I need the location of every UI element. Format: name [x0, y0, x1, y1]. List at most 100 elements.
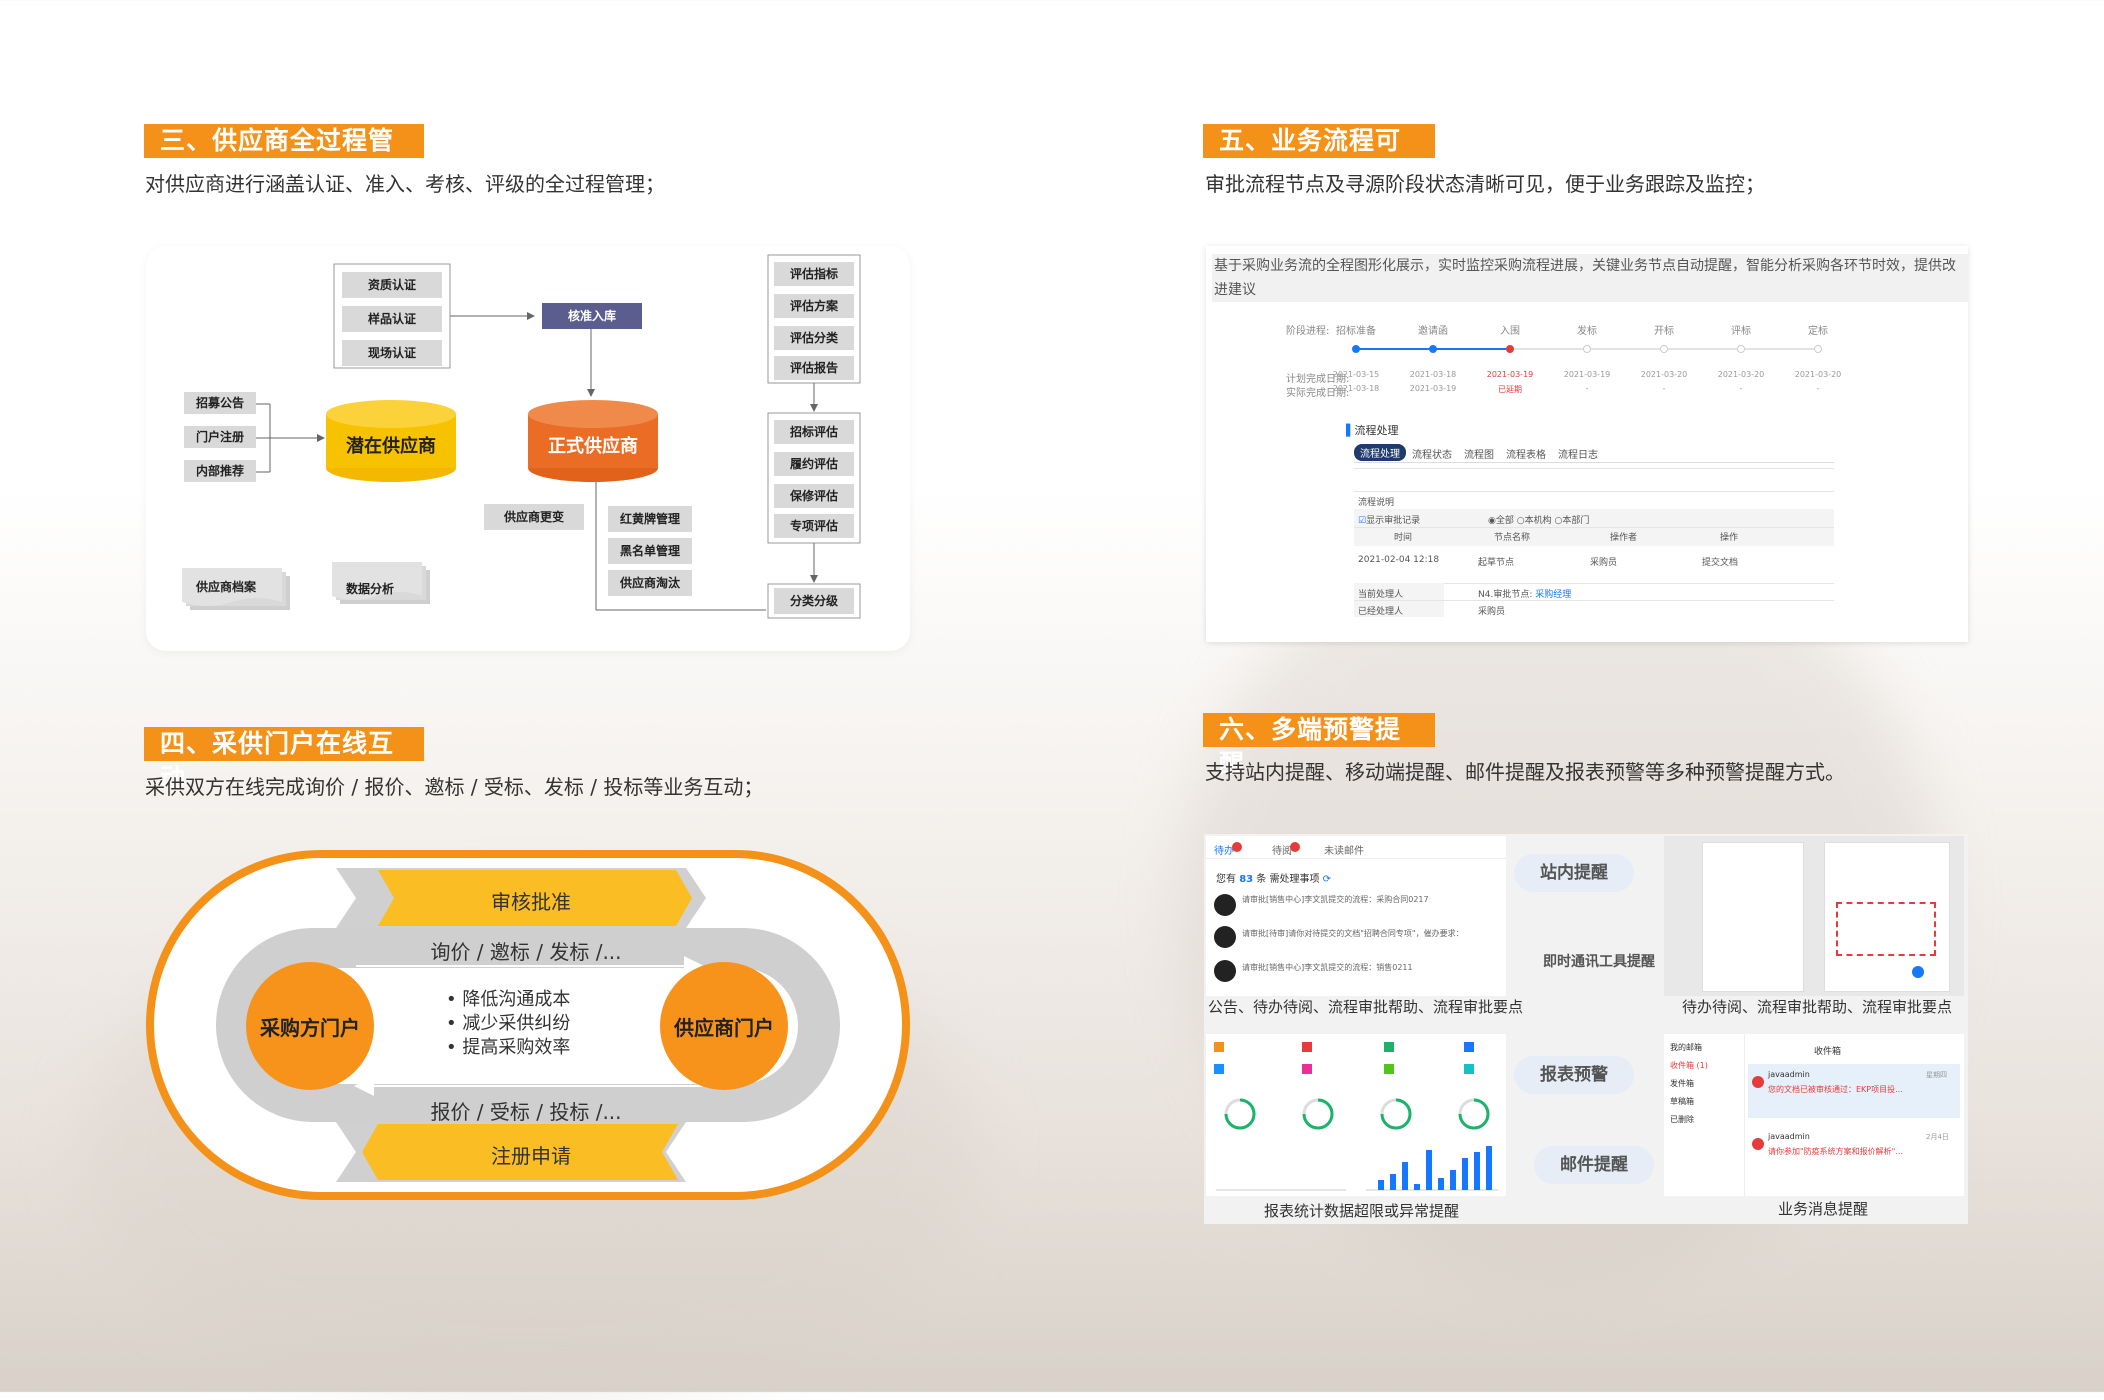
inbox-item[interactable]: 请审批[销售中心]李文凯提交的流程：采购合同0217: [1242, 894, 1498, 905]
label-im: 即时通讯工具提醒: [1543, 954, 1655, 970]
desc-label: 流程说明: [1358, 498, 1395, 508]
tab-flow-chart[interactable]: 流程图: [1464, 446, 1494, 461]
inbox-item[interactable]: 请审批[销售中心]李文凯提交的流程：销售0211: [1242, 962, 1498, 973]
bottom-arrow-label: 注册申请: [491, 1144, 571, 1168]
inbox-item[interactable]: 请审批[待审]请你对待提交的文档"招聘合同专项"，催办要求：: [1242, 928, 1498, 939]
mail-subject[interactable]: 请你参加"防疫系统方案和报价解析"...: [1768, 1146, 1918, 1157]
analysis-label: 数据分析: [346, 582, 395, 596]
caption-mail: 业务消息提醒: [1778, 1200, 1869, 1218]
eval-warranty: 保修评估: [774, 484, 854, 508]
td-node: 起草节点: [1478, 558, 1515, 568]
section-4-tag: 四、采供门户在线互动: [144, 727, 424, 792]
stage-actual-date: -: [1662, 384, 1666, 393]
source-announce: 招募公告: [184, 392, 256, 414]
approve-box: 核准入库: [542, 303, 642, 329]
mail-subject[interactable]: 您的文档已被审核通过：EKP项目投...: [1768, 1084, 1918, 1095]
stage-actual-date: 2021-03-18: [1332, 384, 1380, 393]
stage-label: 阶段进程:: [1286, 326, 1330, 337]
current-value: N4.审批节点: 采购经理: [1478, 590, 1572, 600]
inbox-widget: 待办 待阅 未读邮件 您有 83 条 需处理事项 ⟳ 请审批[销售中心]李文凯提…: [1206, 836, 1506, 996]
th-action: 操作: [1720, 533, 1739, 543]
eval-category: 评估分类: [774, 326, 854, 350]
inbox-tab-unread[interactable]: 未读邮件: [1324, 842, 1364, 857]
stage-dot: [1352, 345, 1360, 353]
inbox-tab-todo[interactable]: 待办: [1214, 842, 1234, 857]
mail-tab[interactable]: 收件箱: [1814, 1044, 1841, 1057]
caption-im: 待办待阅、流程审批帮助、流程审批要点: [1682, 998, 1953, 1016]
stage-dot: [1814, 345, 1822, 353]
mail-folder: 我的邮箱: [1670, 1043, 1702, 1052]
stage-name: 定标: [1808, 326, 1828, 337]
mail-folder[interactable]: 草稿箱: [1670, 1096, 1694, 1107]
section-4-desc: 采供双方在线完成询价 / 报价、邀标 / 受标、发标 / 投标等业务互动；: [145, 775, 764, 799]
scope-radios[interactable]: ◉全部 ○本机构 ○本部门: [1488, 513, 1589, 526]
current-link[interactable]: 采购经理: [1535, 590, 1571, 600]
tab-flow-table[interactable]: 流程表格: [1506, 446, 1546, 461]
th-operator: 操作者: [1610, 533, 1638, 543]
alerts-collage: 待办 待阅 未读邮件 您有 83 条 需处理事项 ⟳ 请审批[销售中心]李文凯提…: [1204, 834, 1968, 1224]
show-records-checkbox[interactable]: ☑显示审批记录: [1358, 513, 1420, 526]
upper-flow-label: 询价 / 邀标 / 发标 /...: [430, 940, 622, 964]
report-widget: [1206, 1034, 1506, 1196]
stage-name: 招标准备: [1336, 326, 1376, 337]
mail-date: 2月4日: [1926, 1133, 1949, 1141]
stage-plan-date: 2021-03-19: [1486, 370, 1534, 379]
mail-folder[interactable]: 已删除: [1670, 1114, 1694, 1125]
eval-contract: 履约评估: [774, 452, 854, 476]
potential-supplier-label: 潜在供应商: [346, 436, 436, 457]
mail-widget: 我的邮箱收件箱 (1) 发件箱草稿箱已删除 收件箱 javaadmin 您的文档已…: [1664, 1034, 1964, 1196]
eval-bid: 招标评估: [774, 420, 854, 444]
manage-redyellow: 红黄牌管理: [608, 506, 692, 532]
tab-flow-log[interactable]: 流程日志: [1558, 446, 1598, 461]
supplier-change: 供应商更变: [484, 504, 584, 530]
portal-diagram: 审核批准 注册申请 询价 / 邀标 / 发标 /... 报价 / 受标 / 投标…: [146, 850, 910, 1200]
archive-label: 供应商档案: [196, 580, 257, 594]
mail-from: javaadmin: [1768, 1132, 1810, 1141]
tab-flow-status[interactable]: 流程状态: [1412, 446, 1452, 461]
stage-actual-date: -: [1739, 384, 1743, 393]
current-label: 当前处理人: [1358, 590, 1404, 600]
stage-plan-date: 2021-03-15: [1332, 370, 1380, 379]
cert-qualification: 资质认证: [342, 272, 442, 298]
section-5-desc: 审批流程节点及寻源阶段状态清晰可见，便于业务跟踪及监控；: [1205, 172, 1765, 196]
benefit-item: • 提高采购效率: [446, 1037, 571, 1058]
stage-actual-date: -: [1816, 384, 1820, 393]
mail-folder[interactable]: 收件箱 (1): [1670, 1060, 1708, 1071]
stage-name: 邀请函: [1418, 326, 1448, 337]
stage-plan-date: 2021-03-20: [1794, 370, 1842, 379]
stage-dot: [1429, 345, 1437, 353]
buyer-portal-label: 采购方门户: [260, 1016, 360, 1040]
stage-actual-date: 已延期: [1498, 385, 1522, 394]
formal-supplier-label: 正式供应商: [548, 436, 638, 457]
stage-dot: [1737, 345, 1745, 353]
stage-actual-date: -: [1585, 384, 1589, 393]
benefits-list: • 降低沟通成本 • 减少采供纠纷 • 提高采购效率: [446, 988, 570, 1060]
label-onsite: 站内提醒: [1514, 854, 1634, 892]
process-panel: 基于采购业务流的全程图形化展示，实时监控采购流程进展，关键业务节点自动提醒，智能…: [1206, 246, 1968, 642]
stage-dot: [1506, 345, 1514, 353]
supplier-portal-label: 供应商门户: [674, 1016, 774, 1040]
benefit-item: • 减少采供纠纷: [446, 1013, 571, 1034]
avatar: [1214, 894, 1236, 916]
mail-folder[interactable]: 发件箱: [1670, 1078, 1694, 1089]
done-value: 采购员: [1478, 607, 1506, 617]
section-3-desc: 对供应商进行涵盖认证、准入、考核、评级的全过程管理；: [145, 172, 665, 196]
mail-from: javaadmin: [1768, 1070, 1810, 1079]
th-time: 时间: [1394, 533, 1413, 543]
top-arrow-label: 审核批准: [491, 890, 571, 914]
section-6-tag: 六、多端预警提醒: [1203, 713, 1435, 778]
section-5-tag: 五、业务流程可视化: [1203, 124, 1435, 189]
td-operator: 采购员: [1590, 558, 1618, 568]
tab-flow-handle[interactable]: 流程处理: [1354, 444, 1406, 461]
inbox-tab-toread[interactable]: 待阅: [1272, 842, 1292, 857]
eval-report: 评估报告: [774, 356, 854, 380]
stage-name: 开标: [1654, 326, 1674, 337]
cert-sample: 样品认证: [342, 306, 442, 332]
section-6-desc: 支持站内提醒、移动端提醒、邮件提醒及报表预警等多种预警提醒方式。: [1205, 760, 1845, 784]
avatar: [1214, 960, 1236, 982]
stage-actual-date: 2021-03-19: [1409, 384, 1457, 393]
stage-plan-date: 2021-03-20: [1640, 370, 1688, 379]
stage-dot: [1583, 345, 1591, 353]
eval-index: 评估指标: [774, 262, 854, 286]
caption-onsite: 公告、待办待阅、流程审批帮助、流程审批要点: [1208, 998, 1524, 1016]
